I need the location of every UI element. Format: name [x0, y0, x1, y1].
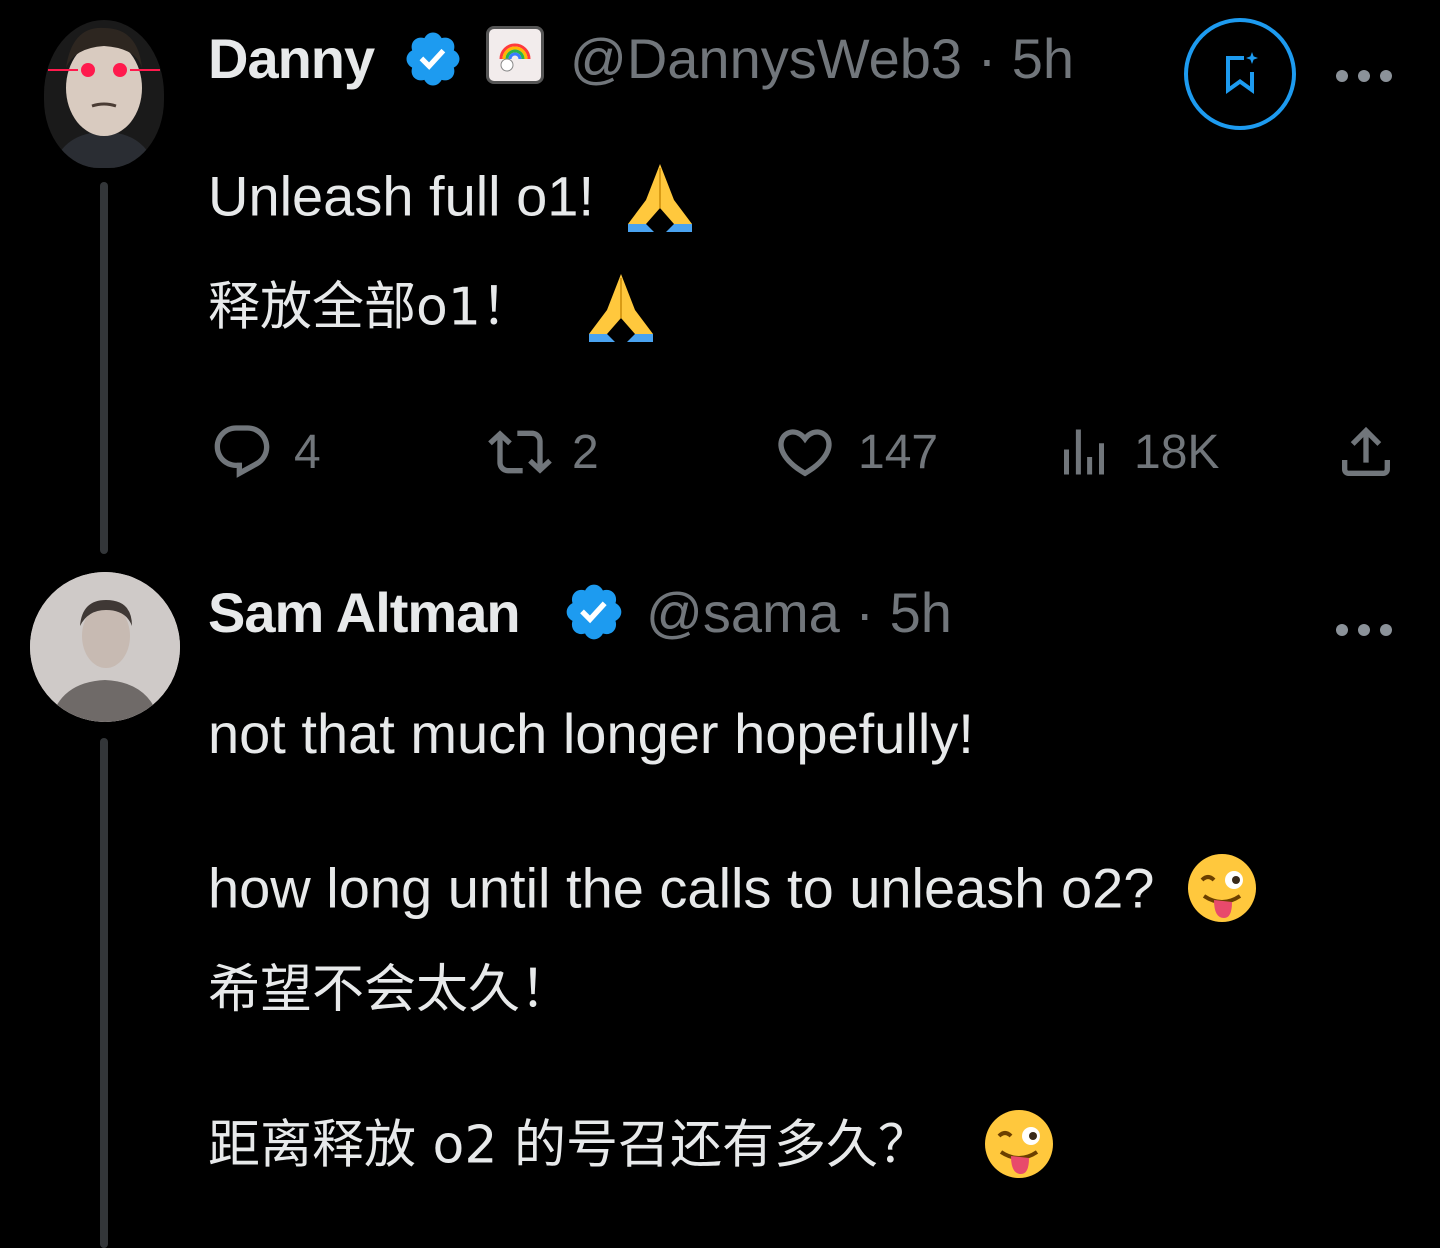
- reply-icon: [214, 425, 270, 478]
- author-name[interactable]: Sam Altman: [208, 580, 521, 645]
- grok-bookmark-icon: [1226, 52, 1258, 94]
- like-button[interactable]: 147: [772, 420, 938, 484]
- more-icon[interactable]: [1336, 66, 1392, 86]
- handle-text: @DannysWeb3: [570, 27, 962, 90]
- affiliate-badge-icon[interactable]: [486, 26, 544, 84]
- author-handle[interactable]: @DannysWeb3 · 5h: [570, 26, 1074, 91]
- text-zh: 释放全部o1！: [208, 277, 533, 338]
- views-button[interactable]: 18K: [1054, 420, 1219, 484]
- more-icon[interactable]: [1336, 620, 1392, 640]
- verified-badge-icon: [402, 28, 464, 95]
- verified-badge-icon: [562, 580, 626, 649]
- timestamp[interactable]: 5h: [890, 581, 952, 644]
- dot-separator: ·: [977, 27, 997, 90]
- views-icon: [1064, 429, 1104, 475]
- dot-separator: ·: [855, 581, 875, 644]
- winking-tongue-emoji: [983, 1108, 1055, 1189]
- reply-button[interactable]: 4: [210, 420, 321, 484]
- folded-hands-emoji: [624, 160, 696, 241]
- like-count: 147: [858, 425, 939, 479]
- post-text-line: not that much longer hopefully!: [208, 702, 974, 765]
- folded-hands-emoji: [585, 270, 657, 351]
- views-count: 18K: [1134, 425, 1220, 479]
- repost-count: 2: [572, 425, 599, 479]
- author-handle[interactable]: @sama · 5h: [646, 580, 952, 645]
- thread-line: [100, 738, 108, 1248]
- text-zh: 距离释放 o2 的号召还有多久？: [208, 1115, 930, 1176]
- timestamp[interactable]: 5h: [1012, 27, 1074, 90]
- winking-tongue-emoji: [1186, 852, 1258, 933]
- post-text-line: 距离释放 o2 的号召还有多久？: [208, 1108, 1055, 1189]
- text-en: how long until the calls to unleash o2?: [208, 856, 1155, 920]
- post-text-line: how long until the calls to unleash o2?: [208, 852, 1258, 933]
- avatar[interactable]: [44, 20, 164, 168]
- share-button[interactable]: [1334, 420, 1418, 484]
- thread-line: [100, 182, 108, 554]
- grok-bookmark-button[interactable]: [1184, 18, 1296, 130]
- post-text-line: Unleash full o1!: [208, 160, 696, 241]
- handle-text: @sama: [646, 581, 840, 644]
- repost-button[interactable]: 2: [488, 420, 599, 484]
- repost-icon: [488, 430, 552, 474]
- reply-count: 4: [294, 425, 321, 479]
- like-icon: [778, 429, 832, 477]
- post-text-line: 希望不会太久！: [208, 960, 573, 1020]
- avatar[interactable]: [30, 572, 180, 722]
- share-icon: [1342, 426, 1390, 476]
- author-name[interactable]: Danny: [208, 26, 375, 91]
- post-text-line: 释放全部o1！: [208, 270, 657, 351]
- text-en: Unleash full o1!: [208, 164, 595, 228]
